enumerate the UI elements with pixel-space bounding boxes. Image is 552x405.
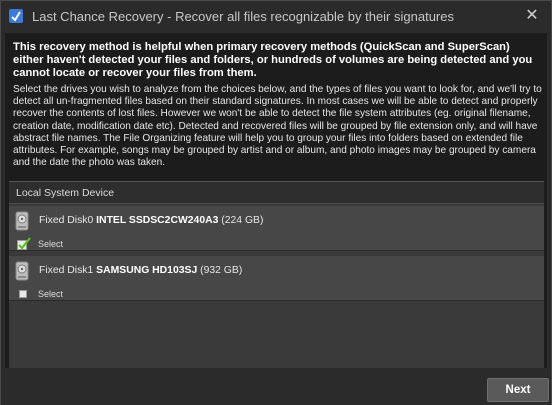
recovery-dialog: Last Chance Recovery - Recover all files…	[0, 0, 552, 405]
device-list-header-label: Local System Device	[16, 187, 115, 199]
next-button[interactable]: Next	[487, 378, 549, 402]
device-list: Local System Device Fixed Disk0 INTEL SS…	[9, 181, 544, 368]
close-icon[interactable]: ✕	[521, 5, 543, 27]
hard-disk-icon	[15, 261, 29, 281]
select-checkbox-unchecked[interactable]	[17, 287, 29, 299]
select-checkbox-checked[interactable]	[17, 237, 31, 250]
intro-summary: This recovery method is helpful when pri…	[13, 41, 533, 79]
hard-disk-icon	[15, 211, 29, 231]
dialog-footer: Next	[1, 371, 551, 405]
app-icon	[8, 8, 24, 24]
disk-row[interactable]: Fixed Disk0 INTEL SSDSC2CW240A3 (224 GB)…	[9, 206, 544, 251]
device-list-header: Local System Device	[9, 182, 544, 204]
disk-title: Fixed Disk1 SAMSUNG HD103SJ (932 GB)	[39, 265, 243, 276]
select-label: Select	[38, 239, 64, 249]
disk-title: Fixed Disk0 INTEL SSDSC2CW240A3 (224 GB)	[39, 215, 264, 226]
content-area: This recovery method is helpful when pri…	[5, 33, 547, 368]
window-title: Last Chance Recovery - Recover all files…	[32, 9, 454, 24]
select-label: Select	[38, 289, 64, 299]
intro-description: Select the drives you wish to analyze fr…	[13, 84, 542, 169]
disk-row[interactable]: Fixed Disk1 SAMSUNG HD103SJ (932 GB) Sel…	[9, 256, 544, 301]
title-bar: Last Chance Recovery - Recover all files…	[1, 1, 551, 31]
